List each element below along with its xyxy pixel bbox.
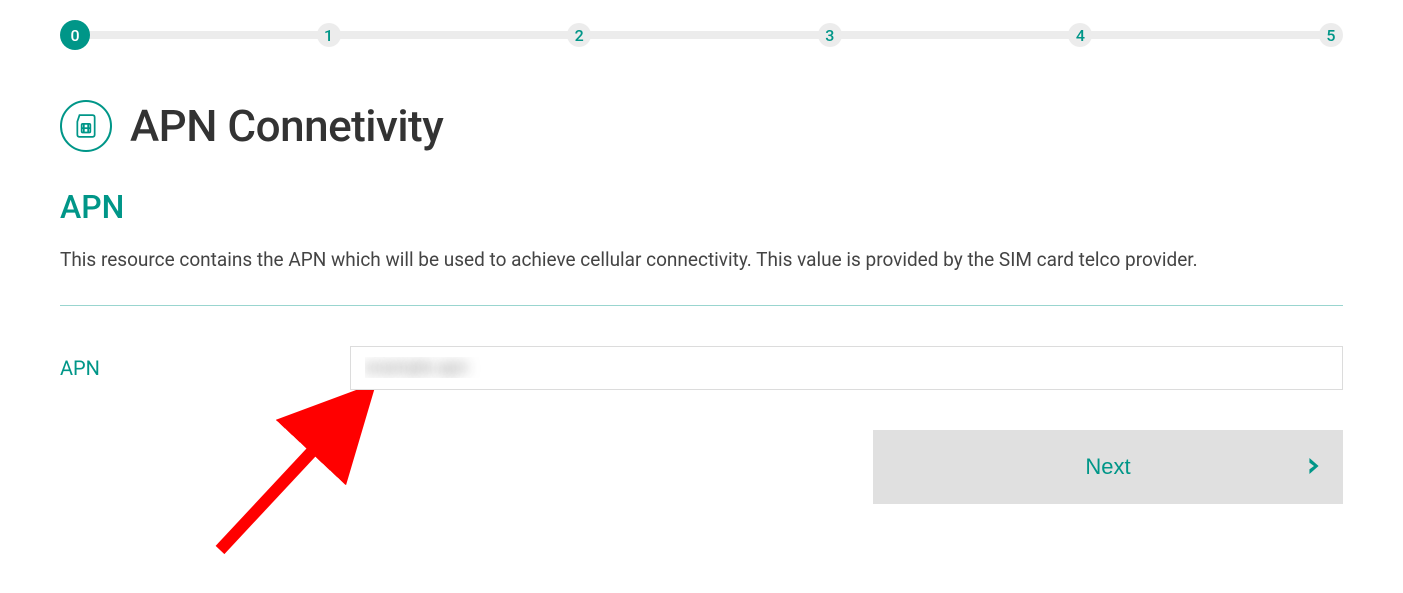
step-label: 3 [825, 26, 834, 45]
page-title: APN Connetivity [130, 100, 443, 152]
chevron-right-icon [1307, 454, 1321, 480]
step-node-2[interactable]: 2 [567, 23, 591, 47]
step-label: 0 [70, 26, 79, 45]
section-description: This resource contains the APN which wil… [60, 246, 1343, 275]
step-node-4[interactable]: 4 [1068, 23, 1092, 47]
sim-card-icon [60, 100, 112, 152]
stepper: 0 1 2 3 4 5 [60, 20, 1343, 50]
button-row: Next [60, 430, 1343, 504]
step-node-0[interactable]: 0 [60, 20, 90, 50]
title-row: APN Connetivity [60, 100, 1343, 152]
next-button-label: Next [1085, 454, 1130, 480]
divider [60, 305, 1343, 306]
step-label: 1 [324, 26, 333, 45]
apn-label: APN [60, 356, 350, 380]
form-row-apn: APN [60, 346, 1343, 390]
step-label: 5 [1326, 26, 1335, 45]
step-node-5[interactable]: 5 [1319, 23, 1343, 47]
stepper-track [72, 31, 1331, 39]
section-title: APN [60, 188, 1343, 226]
next-button[interactable]: Next [873, 430, 1343, 504]
step-node-3[interactable]: 3 [818, 23, 842, 47]
step-node-1[interactable]: 1 [317, 23, 341, 47]
step-label: 4 [1076, 26, 1085, 45]
step-label: 2 [575, 26, 584, 45]
apn-input[interactable] [350, 346, 1343, 390]
